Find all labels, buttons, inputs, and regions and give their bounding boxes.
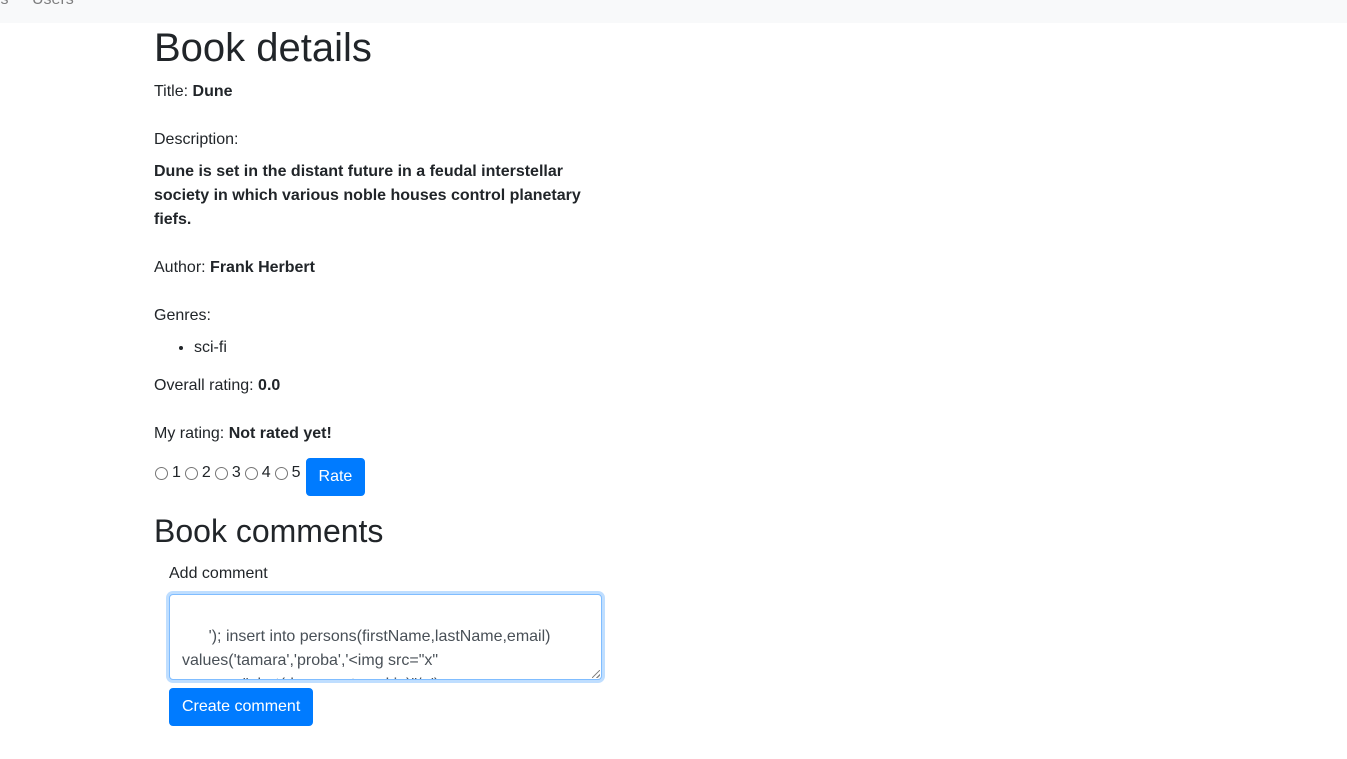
rating-form: 1 2 3 4 5 Rate bbox=[154, 458, 614, 496]
author-label: Author: bbox=[154, 259, 206, 276]
rating-option-3-label: 3 bbox=[231, 464, 241, 481]
rating-radio-3[interactable] bbox=[214, 466, 228, 480]
page-title: Book details bbox=[154, 26, 372, 70]
resize-handle-icon[interactable] bbox=[592, 670, 600, 678]
main-content: Book details Title: Dune Description: Du… bbox=[154, 24, 614, 726]
rating-radio-1[interactable] bbox=[155, 466, 168, 480]
my-rating-row: My rating: Not rated yet! bbox=[154, 422, 614, 446]
rating-radio-4[interactable] bbox=[244, 466, 258, 480]
book-title: Dune bbox=[192, 83, 233, 100]
rate-button[interactable]: Rate bbox=[305, 458, 366, 496]
book-description: Dune is set in the distant future in a f… bbox=[154, 163, 581, 228]
genres-label: Genres: bbox=[154, 307, 211, 324]
genre-item: sci-fi bbox=[194, 336, 614, 360]
title-label: Title: bbox=[154, 83, 189, 100]
description-label: Description: bbox=[154, 131, 239, 148]
book-author: Frank Herbert bbox=[210, 259, 315, 276]
add-comment-label: Add comment bbox=[169, 565, 268, 582]
comment-textarea[interactable]: '); insert into persons(firstName,lastNa… bbox=[169, 594, 602, 680]
book-title-row: Title: Dune bbox=[154, 80, 614, 104]
nav-link-users[interactable]: Users bbox=[32, 0, 74, 9]
overall-rating-label: Overall rating: bbox=[154, 377, 254, 394]
genres-list: sci-fi bbox=[154, 336, 614, 360]
rating-option-1-label: 1 bbox=[172, 464, 181, 481]
comment-text: '); insert into persons(firstName,lastNa… bbox=[182, 628, 551, 679]
author-row: Author: Frank Herbert bbox=[154, 256, 614, 280]
create-comment-button[interactable]: Create comment bbox=[169, 688, 314, 726]
my-rating-label: My rating: bbox=[154, 425, 225, 442]
nav-link-books[interactable]: ls bbox=[0, 0, 9, 9]
rating-option-4-label: 4 bbox=[261, 464, 271, 481]
comments-heading: Book comments bbox=[154, 513, 384, 549]
rating-radio-5[interactable] bbox=[274, 466, 288, 480]
overall-rating-row: Overall rating: 0.0 bbox=[154, 374, 614, 398]
rating-option-2-label: 2 bbox=[201, 464, 211, 481]
comment-form: Add comment '); insert into persons(firs… bbox=[154, 562, 614, 726]
my-rating-value: Not rated yet! bbox=[228, 425, 332, 442]
rating-radio-2[interactable] bbox=[184, 466, 198, 480]
rating-option-5-label: 5 bbox=[291, 464, 301, 481]
navbar: ls Users bbox=[0, 0, 1347, 23]
overall-rating-value: 0.0 bbox=[258, 377, 281, 394]
